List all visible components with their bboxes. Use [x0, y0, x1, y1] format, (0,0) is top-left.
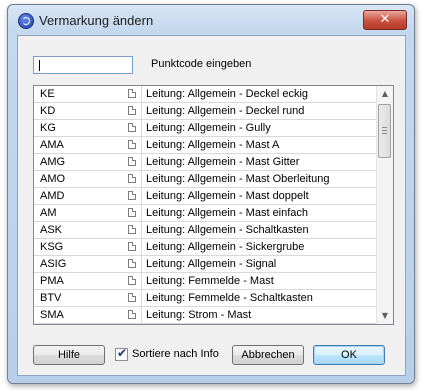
list-item-description: Leitung: Strom - Mast [146, 309, 252, 321]
list-item[interactable]: ASIG Leitung: Allgemein - Signal [34, 256, 376, 273]
document-icon [128, 89, 136, 98]
code-list-rows: KE Leitung: Allgemein - Deckel eckig KD Lei… [34, 86, 376, 324]
list-item[interactable]: AM Leitung: Allgemein - Mast einfach [34, 205, 376, 222]
list-item-code: KD [40, 105, 56, 117]
column-separator [141, 120, 142, 136]
document-icon [128, 157, 136, 166]
column-separator [141, 205, 142, 221]
document-icon [128, 208, 136, 217]
code-list[interactable]: KE Leitung: Allgemein - Deckel eckig KD Lei… [33, 85, 394, 325]
list-item-description: Leitung: Allgemein - Signal [146, 258, 277, 270]
close-button[interactable]: ✕ [363, 10, 407, 30]
document-icon [128, 293, 136, 302]
document-icon [128, 191, 136, 200]
column-separator [141, 137, 142, 153]
list-item[interactable]: AMA Leitung: Allgemein - Mast A [34, 137, 376, 154]
document-icon [128, 242, 136, 251]
list-item-description: Leitung: Allgemein - Mast Gitter [146, 156, 300, 168]
list-item[interactable]: AMG Leitung: Allgemein - Mast Gitter [34, 154, 376, 171]
document-icon [128, 123, 136, 132]
document-icon [128, 310, 136, 319]
column-separator [141, 307, 142, 323]
list-item-code: AM [40, 207, 57, 219]
sort-by-info-checkbox[interactable]: ✔ [115, 346, 128, 361]
list-item[interactable]: KSG Leitung: Allgemein - Sickergrube [34, 239, 376, 256]
list-item-description: Leitung: Femmelde - Schaltkasten [146, 292, 313, 304]
list-item-description: Leitung: Allgemein - Deckel eckig [146, 88, 309, 100]
list-item-code: KG [40, 122, 56, 134]
list-item-description: Leitung: Allgemein - Mast doppelt [146, 190, 309, 202]
list-item-code: AMO [40, 173, 66, 185]
list-item-description: Leitung: Allgemein - Mast A [146, 139, 280, 151]
column-separator [141, 256, 142, 272]
column-separator [141, 154, 142, 170]
list-item[interactable]: KE Leitung: Allgemein - Deckel eckig [34, 86, 376, 103]
help-button[interactable]: Hilfe [33, 345, 105, 365]
cancel-button[interactable]: Abbrechen [232, 345, 304, 365]
list-item-description: Leitung: Allgemein - Gully [146, 122, 271, 134]
list-item[interactable]: PMA Leitung: Femmelde - Mast [34, 273, 376, 290]
list-item-description: Leitung: Allgemein - Deckel rund [146, 105, 305, 117]
column-separator [141, 239, 142, 255]
column-separator [141, 188, 142, 204]
list-item[interactable]: KD Leitung: Allgemein - Deckel rund [34, 103, 376, 120]
column-separator [141, 290, 142, 306]
vertical-scrollbar[interactable]: ▲ ▼ [376, 86, 393, 324]
list-item-code: SMA [40, 309, 64, 321]
document-icon [128, 225, 136, 234]
list-item-description: Leitung: Allgemein - Sickergrube [146, 241, 305, 253]
list-item[interactable]: SMA Leitung: Strom - Mast [34, 307, 376, 324]
column-separator [141, 273, 142, 289]
list-item-description: Leitung: Allgemein - Mast Oberleitung [146, 173, 330, 185]
list-item-code: ASK [40, 224, 63, 236]
ok-button[interactable]: OK [313, 345, 385, 365]
column-separator [141, 103, 142, 119]
document-icon [128, 106, 136, 115]
document-icon [128, 174, 136, 183]
scroll-thumb[interactable] [378, 104, 391, 158]
document-icon [128, 140, 136, 149]
app-icon [18, 13, 34, 29]
list-item-code: AMD [40, 190, 65, 202]
scroll-up-icon[interactable]: ▲ [377, 86, 393, 102]
list-item-description: Leitung: Allgemein - Mast einfach [146, 207, 309, 219]
column-separator [141, 86, 142, 102]
title-bar[interactable]: Vermarkung ändern ✕ [8, 5, 414, 33]
list-item-code: KE [40, 88, 55, 100]
dialog-body: Punktcode eingeben KE Leitung: Allgemein … [17, 35, 406, 376]
list-item-code: AMG [40, 156, 66, 168]
point-code-label: Punktcode eingeben [151, 58, 252, 70]
text-caret [39, 60, 40, 71]
document-icon [128, 276, 136, 285]
list-item[interactable]: AMD Leitung: Allgemein - Mast doppelt [34, 188, 376, 205]
list-item-code: PMA [40, 275, 64, 287]
sort-by-info-label: Sortiere nach Info [132, 348, 219, 360]
list-item[interactable]: KG Leitung: Allgemein - Gully [34, 120, 376, 137]
list-item[interactable]: BTV Leitung: Femmelde - Schaltkasten [34, 290, 376, 307]
document-icon [128, 259, 136, 268]
checkmark-icon: ✔ [117, 346, 128, 360]
dialog-window: Vermarkung ändern ✕ Punktcode eingeben K… [7, 4, 415, 384]
list-item-code: ASIG [40, 258, 67, 270]
window-title: Vermarkung ändern [39, 13, 154, 28]
column-separator [141, 171, 142, 187]
list-item-description: Leitung: Femmelde - Mast [146, 275, 274, 287]
list-item-code: KSG [40, 241, 64, 253]
grip-icon [382, 127, 387, 134]
point-code-input[interactable] [33, 56, 133, 74]
list-item-description: Leitung: Allgemein - Schaltkasten [146, 224, 309, 236]
list-item[interactable]: ASK Leitung: Allgemein - Schaltkasten [34, 222, 376, 239]
list-item-code: AMA [40, 139, 64, 151]
scroll-down-icon[interactable]: ▼ [377, 308, 393, 324]
list-item-code: BTV [40, 292, 62, 304]
column-separator [141, 222, 142, 238]
list-item[interactable]: AMO Leitung: Allgemein - Mast Oberleitung [34, 171, 376, 188]
